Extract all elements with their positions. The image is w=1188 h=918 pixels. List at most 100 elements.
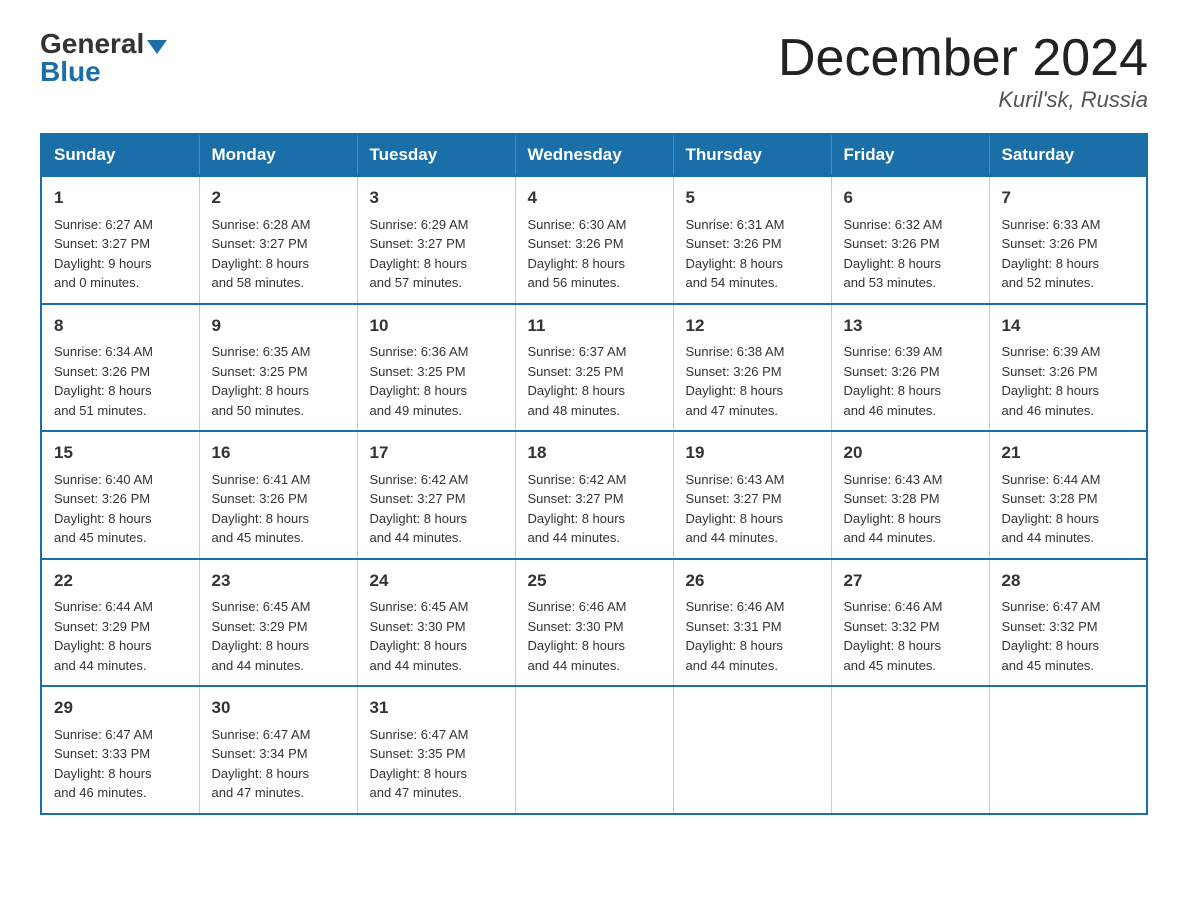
page-header: General Blue December 2024 Kuril'sk, Rus… [40,30,1148,113]
calendar-cell: 29 Sunrise: 6:47 AMSunset: 3:33 PMDaylig… [41,686,199,814]
day-number: 28 [1002,568,1135,594]
day-number: 9 [212,313,345,339]
day-info: Sunrise: 6:47 AMSunset: 3:34 PMDaylight:… [212,727,311,801]
calendar-cell: 10 Sunrise: 6:36 AMSunset: 3:25 PMDaylig… [357,304,515,432]
day-info: Sunrise: 6:36 AMSunset: 3:25 PMDaylight:… [370,344,469,418]
calendar-cell: 23 Sunrise: 6:45 AMSunset: 3:29 PMDaylig… [199,559,357,687]
day-number: 22 [54,568,187,594]
calendar-week-row: 15 Sunrise: 6:40 AMSunset: 3:26 PMDaylig… [41,431,1147,559]
day-info: Sunrise: 6:34 AMSunset: 3:26 PMDaylight:… [54,344,153,418]
calendar-week-row: 1 Sunrise: 6:27 AMSunset: 3:27 PMDayligh… [41,176,1147,304]
calendar-cell: 20 Sunrise: 6:43 AMSunset: 3:28 PMDaylig… [831,431,989,559]
day-number: 17 [370,440,503,466]
day-number: 12 [686,313,819,339]
calendar-cell: 17 Sunrise: 6:42 AMSunset: 3:27 PMDaylig… [357,431,515,559]
calendar-cell: 11 Sunrise: 6:37 AMSunset: 3:25 PMDaylig… [515,304,673,432]
calendar-cell [831,686,989,814]
calendar-cell: 18 Sunrise: 6:42 AMSunset: 3:27 PMDaylig… [515,431,673,559]
day-header-thursday: Thursday [673,134,831,176]
calendar-cell: 5 Sunrise: 6:31 AMSunset: 3:26 PMDayligh… [673,176,831,304]
logo: General Blue [40,30,167,86]
day-number: 8 [54,313,187,339]
day-info: Sunrise: 6:39 AMSunset: 3:26 PMDaylight:… [844,344,943,418]
calendar-cell: 16 Sunrise: 6:41 AMSunset: 3:26 PMDaylig… [199,431,357,559]
calendar-week-row: 29 Sunrise: 6:47 AMSunset: 3:33 PMDaylig… [41,686,1147,814]
day-info: Sunrise: 6:47 AMSunset: 3:33 PMDaylight:… [54,727,153,801]
calendar-cell: 13 Sunrise: 6:39 AMSunset: 3:26 PMDaylig… [831,304,989,432]
day-number: 1 [54,185,187,211]
calendar-cell: 27 Sunrise: 6:46 AMSunset: 3:32 PMDaylig… [831,559,989,687]
calendar-cell: 1 Sunrise: 6:27 AMSunset: 3:27 PMDayligh… [41,176,199,304]
logo-blue-text: Blue [40,58,101,86]
day-info: Sunrise: 6:45 AMSunset: 3:30 PMDaylight:… [370,599,469,673]
day-number: 14 [1002,313,1135,339]
calendar-table: SundayMondayTuesdayWednesdayThursdayFrid… [40,133,1148,815]
calendar-cell: 21 Sunrise: 6:44 AMSunset: 3:28 PMDaylig… [989,431,1147,559]
calendar-cell [989,686,1147,814]
day-header-tuesday: Tuesday [357,134,515,176]
day-info: Sunrise: 6:30 AMSunset: 3:26 PMDaylight:… [528,217,627,291]
day-info: Sunrise: 6:35 AMSunset: 3:25 PMDaylight:… [212,344,311,418]
calendar-cell: 30 Sunrise: 6:47 AMSunset: 3:34 PMDaylig… [199,686,357,814]
day-number: 24 [370,568,503,594]
day-number: 20 [844,440,977,466]
day-info: Sunrise: 6:42 AMSunset: 3:27 PMDaylight:… [528,472,627,546]
calendar-cell: 26 Sunrise: 6:46 AMSunset: 3:31 PMDaylig… [673,559,831,687]
day-number: 23 [212,568,345,594]
day-info: Sunrise: 6:45 AMSunset: 3:29 PMDaylight:… [212,599,311,673]
day-info: Sunrise: 6:32 AMSunset: 3:26 PMDaylight:… [844,217,943,291]
calendar-cell [673,686,831,814]
day-info: Sunrise: 6:37 AMSunset: 3:25 PMDaylight:… [528,344,627,418]
calendar-cell: 22 Sunrise: 6:44 AMSunset: 3:29 PMDaylig… [41,559,199,687]
day-info: Sunrise: 6:28 AMSunset: 3:27 PMDaylight:… [212,217,311,291]
day-info: Sunrise: 6:46 AMSunset: 3:31 PMDaylight:… [686,599,785,673]
day-number: 13 [844,313,977,339]
logo-triangle-icon [147,40,167,54]
day-info: Sunrise: 6:40 AMSunset: 3:26 PMDaylight:… [54,472,153,546]
day-number: 26 [686,568,819,594]
calendar-header-row: SundayMondayTuesdayWednesdayThursdayFrid… [41,134,1147,176]
title-block: December 2024 Kuril'sk, Russia [778,30,1148,113]
day-number: 15 [54,440,187,466]
day-number: 5 [686,185,819,211]
day-info: Sunrise: 6:44 AMSunset: 3:29 PMDaylight:… [54,599,153,673]
location: Kuril'sk, Russia [778,87,1148,113]
calendar-cell: 6 Sunrise: 6:32 AMSunset: 3:26 PMDayligh… [831,176,989,304]
calendar-cell: 19 Sunrise: 6:43 AMSunset: 3:27 PMDaylig… [673,431,831,559]
day-info: Sunrise: 6:46 AMSunset: 3:30 PMDaylight:… [528,599,627,673]
calendar-cell: 14 Sunrise: 6:39 AMSunset: 3:26 PMDaylig… [989,304,1147,432]
day-header-sunday: Sunday [41,134,199,176]
day-number: 19 [686,440,819,466]
day-number: 3 [370,185,503,211]
calendar-cell: 15 Sunrise: 6:40 AMSunset: 3:26 PMDaylig… [41,431,199,559]
day-info: Sunrise: 6:33 AMSunset: 3:26 PMDaylight:… [1002,217,1101,291]
logo-blue: Blue [40,56,101,87]
day-number: 11 [528,313,661,339]
calendar-cell: 12 Sunrise: 6:38 AMSunset: 3:26 PMDaylig… [673,304,831,432]
calendar-cell: 2 Sunrise: 6:28 AMSunset: 3:27 PMDayligh… [199,176,357,304]
day-number: 21 [1002,440,1135,466]
day-info: Sunrise: 6:38 AMSunset: 3:26 PMDaylight:… [686,344,785,418]
calendar-cell: 3 Sunrise: 6:29 AMSunset: 3:27 PMDayligh… [357,176,515,304]
day-number: 18 [528,440,661,466]
day-number: 27 [844,568,977,594]
calendar-cell: 28 Sunrise: 6:47 AMSunset: 3:32 PMDaylig… [989,559,1147,687]
logo-general: General [40,28,144,59]
day-number: 2 [212,185,345,211]
calendar-cell: 25 Sunrise: 6:46 AMSunset: 3:30 PMDaylig… [515,559,673,687]
day-number: 7 [1002,185,1135,211]
calendar-cell: 31 Sunrise: 6:47 AMSunset: 3:35 PMDaylig… [357,686,515,814]
calendar-cell [515,686,673,814]
calendar-cell: 24 Sunrise: 6:45 AMSunset: 3:30 PMDaylig… [357,559,515,687]
day-number: 31 [370,695,503,721]
day-number: 30 [212,695,345,721]
day-number: 29 [54,695,187,721]
day-info: Sunrise: 6:46 AMSunset: 3:32 PMDaylight:… [844,599,943,673]
day-header-monday: Monday [199,134,357,176]
day-number: 25 [528,568,661,594]
day-header-wednesday: Wednesday [515,134,673,176]
logo-text: General [40,30,167,58]
day-info: Sunrise: 6:31 AMSunset: 3:26 PMDaylight:… [686,217,785,291]
day-info: Sunrise: 6:41 AMSunset: 3:26 PMDaylight:… [212,472,311,546]
day-info: Sunrise: 6:39 AMSunset: 3:26 PMDaylight:… [1002,344,1101,418]
